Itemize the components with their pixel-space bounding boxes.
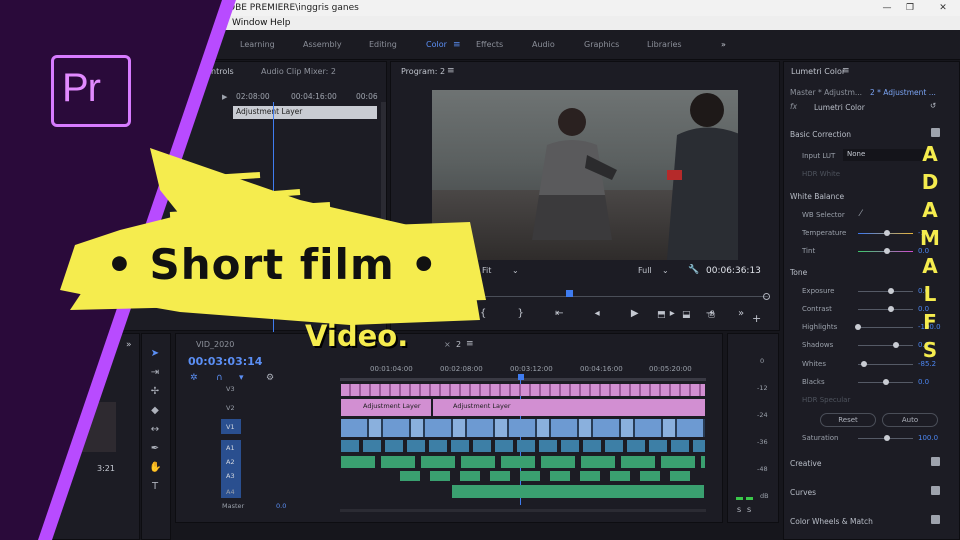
brand-letter-6: L <box>923 282 937 306</box>
vertical-brand-text: A D A M A L F S <box>918 140 942 364</box>
subline-video: Video. <box>305 319 409 353</box>
headline-short-film: • Short film • <box>106 240 439 289</box>
premiere-pro-logo-text: Pr <box>62 66 101 110</box>
brand-letter-8: S <box>922 338 938 362</box>
brand-letter-2: D <box>921 170 939 194</box>
brand-letter-3: A <box>922 198 938 222</box>
brand-letter-5: A <box>922 254 938 278</box>
brand-letter-1: A <box>922 142 938 166</box>
brand-letter-4: M <box>920 226 940 250</box>
brand-letter-7: F <box>923 310 937 334</box>
